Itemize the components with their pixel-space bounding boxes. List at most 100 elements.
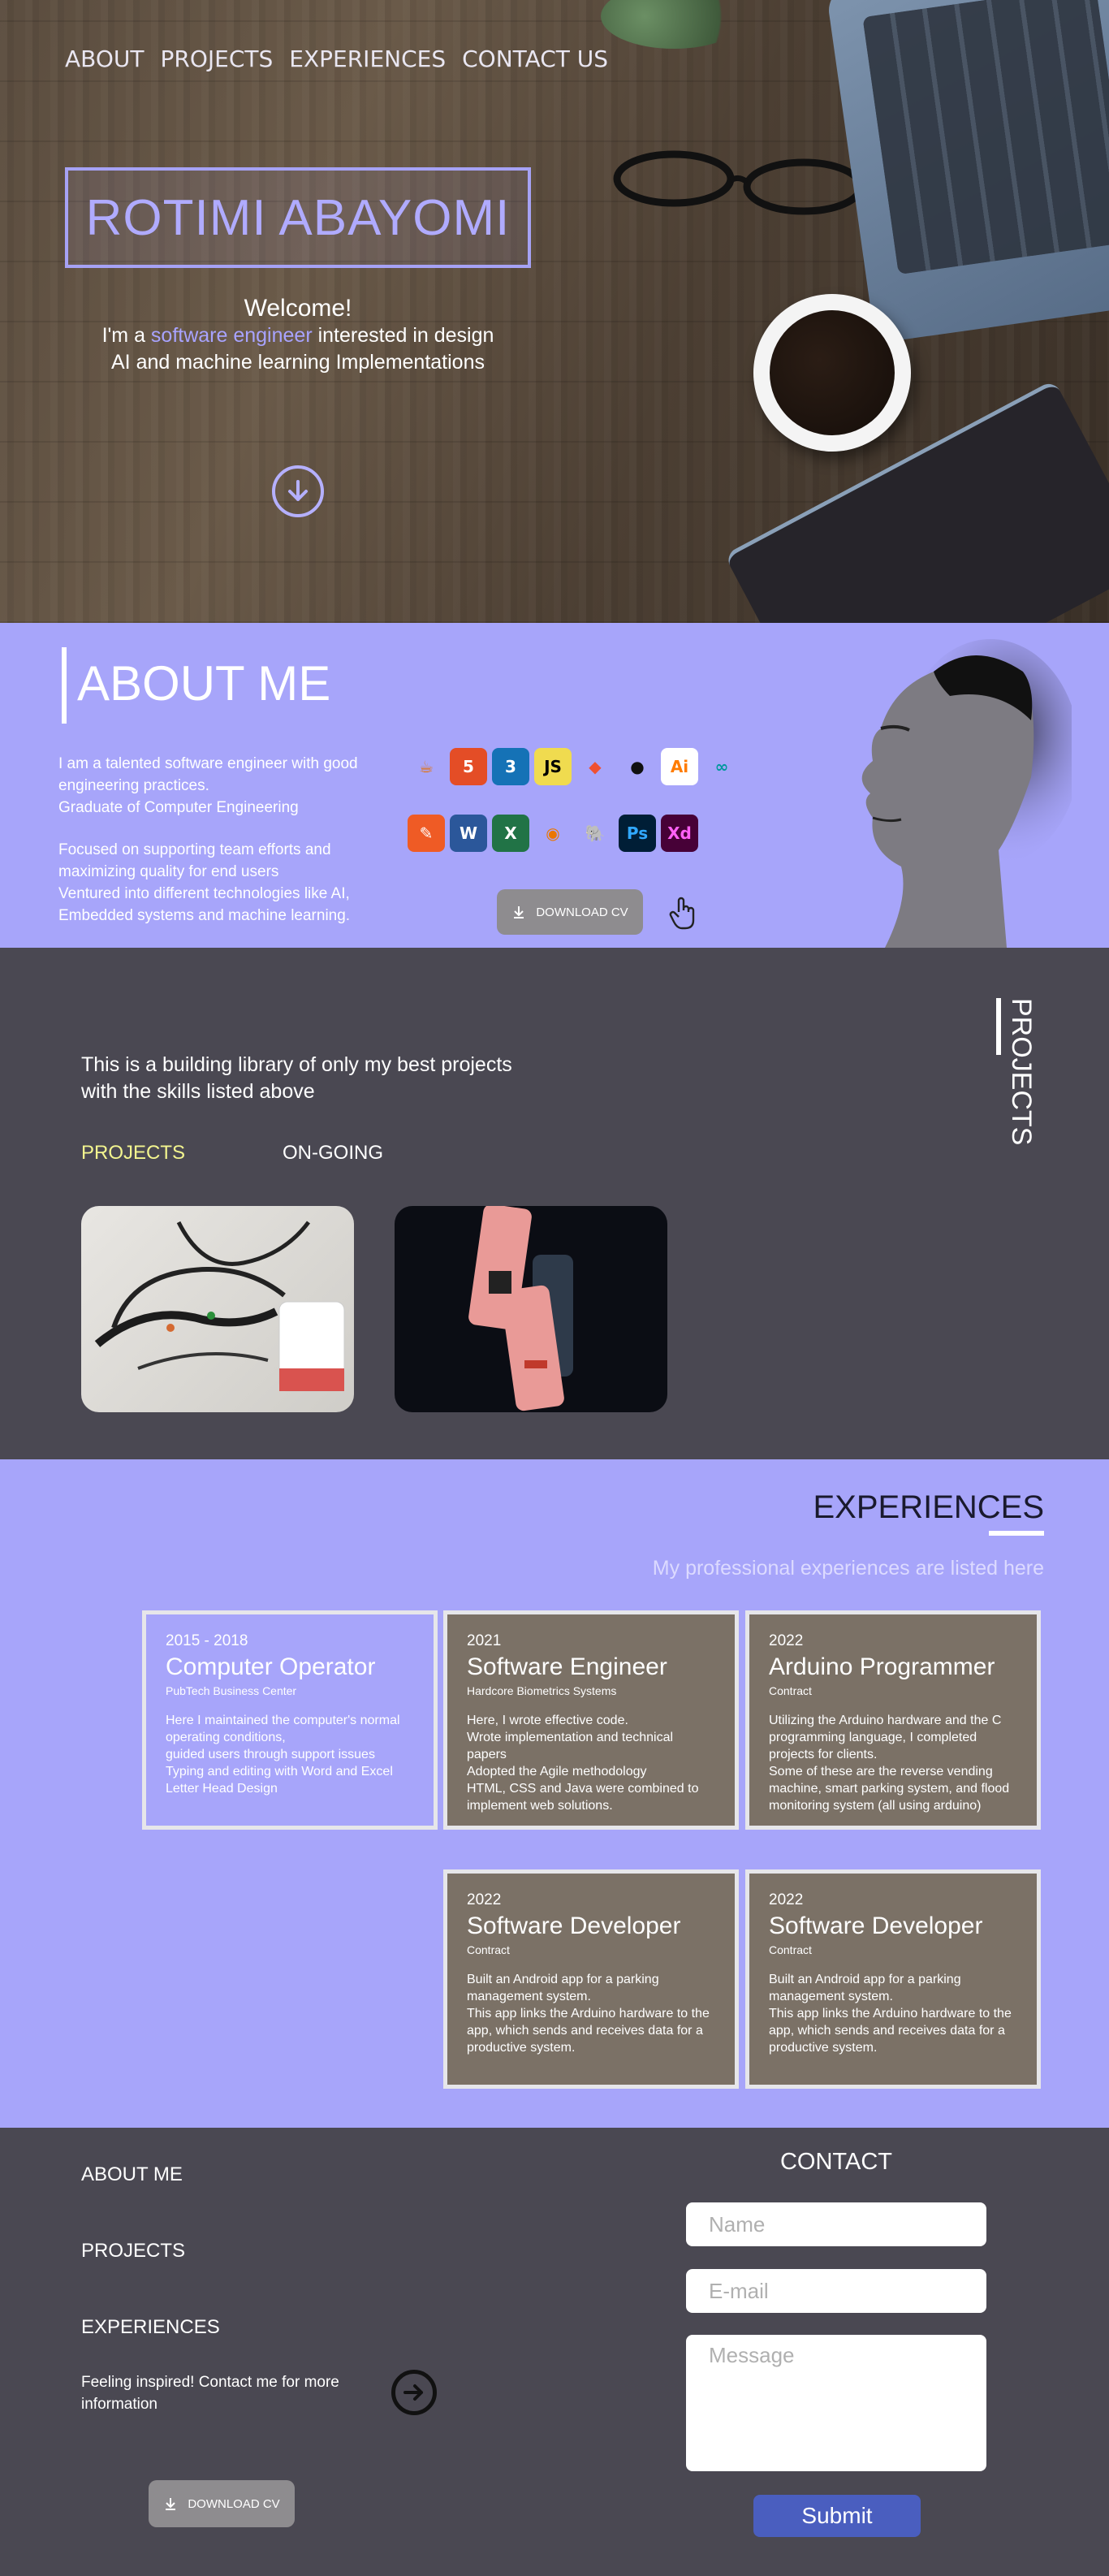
experience-card: 2021 Software Engineer Hardcore Biometri… <box>443 1610 739 1830</box>
pointer-hand-icon <box>669 897 695 930</box>
about-section: ABOUT ME I am a talented software engine… <box>0 623 1109 948</box>
hero-tagline-2: AI and machine learning Implementations <box>111 351 485 374</box>
postman-icon: ✎ <box>408 815 445 852</box>
exp-role: Arduino Programmer <box>769 1653 995 1680</box>
excel-icon: X <box>492 815 529 852</box>
footer-link-about[interactable]: ABOUT ME <box>81 2163 183 2186</box>
experience-card: 2022 Software Developer Contract Built a… <box>745 1869 1041 2089</box>
exp-role: Software Developer <box>769 1913 983 1939</box>
javascript-icon: JS <box>534 748 572 785</box>
experience-card: 2022 Arduino Programmer Contract Utilizi… <box>745 1610 1041 1830</box>
plant-decoration <box>601 0 747 49</box>
project-card-smart-glasses[interactable] <box>81 1206 354 1412</box>
experience-card: 2015 - 2018 Computer Operator PubTech Bu… <box>142 1610 438 1830</box>
footer-link-projects[interactable]: PROJECTS <box>81 2240 185 2263</box>
exp-description: Built an Android app for a parking manag… <box>769 1973 1012 2055</box>
exp-description: Here I maintained the computer's normal … <box>166 1714 400 1796</box>
photoshop-icon: Ps <box>619 815 656 852</box>
nav-about[interactable]: ABOUT <box>65 45 145 72</box>
tab-ongoing[interactable]: ON-GOING <box>283 1142 383 1165</box>
word-icon: W <box>450 815 487 852</box>
laptop-decoration <box>826 0 1109 344</box>
footer-section: ABOUT ME PROJECTS EXPERIENCES Feeling in… <box>0 2128 1109 2576</box>
exp-year: 2015 - 2018 <box>166 1632 248 1649</box>
exp-description: Utilizing the Arduino hardware and the C… <box>769 1714 1010 1813</box>
exp-company: PubTech Business Center <box>166 1684 297 1697</box>
html5-icon: 5 <box>450 748 487 785</box>
coffee-cup-decoration <box>753 294 911 452</box>
hero-section: ABOUT PROJECTS EXPERIENCES CONTACT US RO… <box>0 0 1109 623</box>
submit-button[interactable]: Submit <box>753 2495 921 2537</box>
about-paragraph-2: Focused on supporting team efforts and m… <box>58 839 408 927</box>
xd-icon: Xd <box>661 815 698 852</box>
experiences-underline <box>989 1531 1044 1536</box>
exp-description: Built an Android app for a parking manag… <box>467 1973 710 2055</box>
exp-company: Contract <box>467 1943 510 1956</box>
contact-arrow-button[interactable] <box>391 2370 437 2415</box>
tagline-highlight: software engineer <box>150 324 313 347</box>
scroll-down-button[interactable] <box>272 465 324 517</box>
projects-section: PROJECTS This is a building library of o… <box>0 948 1109 1459</box>
css3-icon: 3 <box>492 748 529 785</box>
projects-label: PROJECTS <box>1006 998 1037 1146</box>
contact-name-input[interactable] <box>686 2202 986 2246</box>
git-icon: ◆ <box>589 757 602 776</box>
portrait-illustration <box>861 639 1072 948</box>
illustrator-icon: Ai <box>661 748 698 785</box>
about-line: Focused on supporting team efforts and m… <box>58 841 331 880</box>
nav-contact[interactable]: CONTACT US <box>462 45 608 72</box>
project-card-parking-app[interactable] <box>395 1206 667 1412</box>
smart-glasses-image <box>94 1221 345 1392</box>
arrow-right-icon <box>403 2384 423 2401</box>
exp-company: Contract <box>769 1943 812 1956</box>
exp-description: Here, I wrote effective code. Wrote impl… <box>467 1714 699 1813</box>
exp-year: 2022 <box>467 1891 502 1908</box>
tab-projects[interactable]: PROJECTS <box>81 1142 185 1165</box>
about-title: ABOUT ME <box>77 656 331 711</box>
download-icon <box>166 2498 176 2510</box>
intro-line: with the skills listed above <box>81 1080 315 1103</box>
exp-company: Hardcore Biometrics Systems <box>467 1684 617 1697</box>
tagline-post: interested in design <box>312 324 494 347</box>
projects-intro: This is a building library of only my be… <box>81 1052 512 1105</box>
footer-download-cv-button[interactable]: DOWNLOAD CV <box>149 2480 295 2527</box>
github-icon: ● <box>630 757 645 776</box>
nav-experiences[interactable]: EXPERIENCES <box>289 45 446 72</box>
contact-email-input[interactable] <box>686 2269 986 2313</box>
tagline-pre: I'm a <box>101 324 151 347</box>
nav-projects[interactable]: PROJECTS <box>161 45 274 72</box>
projects-label-bar <box>996 998 1001 1055</box>
experiences-subtitle: My professional experiences are listed h… <box>652 1557 1044 1580</box>
about-line: Ventured into different technologies lik… <box>58 885 351 924</box>
download-cv-label: DOWNLOAD CV <box>536 905 628 919</box>
about-line: Graduate of Computer Engineering <box>58 799 299 816</box>
portfolio-page: ABOUT PROJECTS EXPERIENCES CONTACT US RO… <box>0 0 1109 2576</box>
download-cv-label: DOWNLOAD CV <box>188 2496 280 2511</box>
hero-name-box: ROTIMI ABAYOMI <box>65 167 531 268</box>
parking-app-mockup-image <box>468 1206 573 1411</box>
about-title-bar <box>62 647 67 724</box>
experiences-section: EXPERIENCES My professional experiences … <box>0 1459 1109 2128</box>
postgresql-icon: 🐘 <box>585 823 606 843</box>
hero-tagline: I'm a software engineer interested in de… <box>65 324 531 348</box>
arduino-icon: ∞ <box>714 757 729 776</box>
experiences-title: EXPERIENCES <box>813 1489 1044 1525</box>
exp-year: 2021 <box>467 1632 502 1649</box>
exp-year: 2022 <box>769 1891 804 1908</box>
arrow-down-icon <box>288 480 308 501</box>
contact-message-input[interactable] <box>686 2335 986 2471</box>
experience-card: 2022 Software Developer Contract Built a… <box>443 1869 739 2089</box>
exp-year: 2022 <box>769 1632 804 1649</box>
top-nav: ABOUT PROJECTS EXPERIENCES CONTACT US <box>65 45 608 72</box>
exp-role: Computer Operator <box>166 1653 376 1680</box>
java-icon: ☕ <box>419 757 434 776</box>
exp-role: Software Engineer <box>467 1653 667 1680</box>
blender-icon: ◉ <box>546 823 560 843</box>
about-line: I am a talented software engineer with g… <box>58 755 358 794</box>
exp-company: Contract <box>769 1684 812 1697</box>
footer-inspire-text: Feeling inspired! Contact me for more in… <box>81 2374 339 2413</box>
download-cv-button[interactable]: DOWNLOAD CV <box>497 889 643 935</box>
footer-link-experiences[interactable]: EXPERIENCES <box>81 2316 220 2339</box>
hero-welcome: Welcome! <box>244 295 352 322</box>
contact-title: CONTACT <box>779 2149 892 2175</box>
